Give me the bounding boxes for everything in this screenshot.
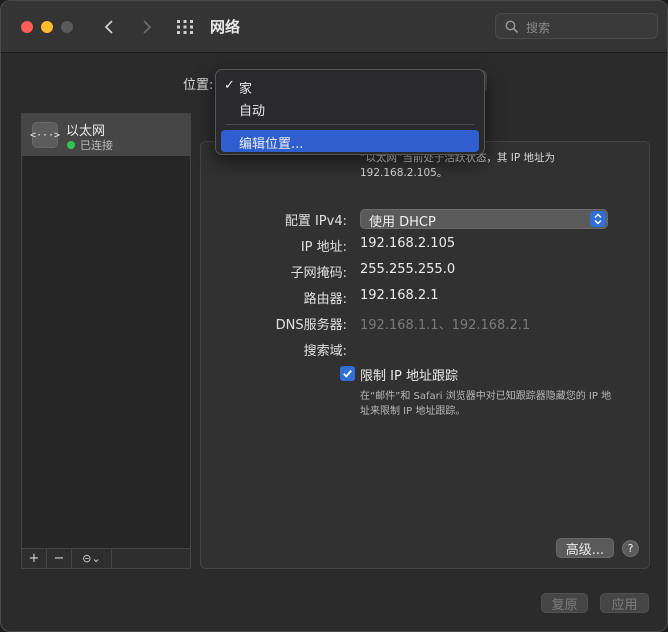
updown-chevron-icon [590, 211, 606, 227]
limit-ip-tracking-checkbox[interactable] [340, 366, 355, 381]
ethernet-icon: <···> [30, 122, 60, 148]
status-description: “以太网”当前处于活跃状态，其 IP 地址为 192.168.2.105。 [360, 152, 555, 179]
search-field[interactable]: 搜索 [495, 13, 658, 39]
revert-button[interactable]: 复原 [541, 593, 588, 613]
service-status: 已连接 [80, 139, 113, 152]
menu-item-label: 编辑位置... [239, 137, 304, 152]
location-menu: ✓ 家 自动 编辑位置... [215, 69, 485, 155]
remove-service-button[interactable]: − [47, 549, 72, 568]
search-placeholder: 搜索 [526, 21, 551, 35]
service-list-toolbar: + − ⊝⌄ [21, 548, 191, 569]
connected-status-dot [67, 141, 75, 149]
checkmark-icon: ✓ [224, 78, 235, 93]
service-item-ethernet[interactable]: <···> 以太网 已连接 [22, 114, 190, 156]
search-icon [505, 20, 519, 34]
subnet-mask-value: 255.255.255.0 [360, 262, 456, 277]
network-preferences-window: 网络 搜索 位置: <···> 以太网 已连接 + − ⊝⌄ “以太网”当前处于… [0, 0, 668, 632]
close-window-button[interactable] [21, 21, 33, 33]
detail-panel [200, 141, 650, 569]
configure-ipv4-value: 使用 DHCP [369, 215, 436, 230]
service-action-menu-button[interactable]: ⊝⌄ [72, 549, 112, 568]
show-all-button[interactable] [175, 17, 195, 37]
dns-server-value: 192.168.1.1、192.168.2.1 [360, 318, 531, 333]
router-value: 192.168.2.1 [360, 288, 439, 303]
zoom-window-button[interactable] [61, 21, 73, 33]
search-domain-label: 搜索域: [303, 344, 347, 359]
dns-server-label: DNS服务器: [275, 318, 347, 333]
menu-separator [226, 124, 474, 125]
location-label: 位置: [183, 78, 214, 93]
ip-address-label: IP 地址: [300, 240, 347, 255]
chevron-right-icon [143, 20, 152, 34]
add-service-button[interactable]: + [22, 549, 47, 568]
location-menu-item-edit[interactable]: 编辑位置... [221, 130, 479, 152]
forward-button[interactable] [135, 15, 159, 39]
chevron-left-icon [104, 20, 113, 34]
advanced-button[interactable]: 高级... [556, 538, 614, 558]
limit-ip-tracking-description: 在“邮件”和 Safari 浏览器中对已知跟踪器隐藏您的 IP 地址来限制 IP… [360, 391, 612, 417]
titlebar: 网络 搜索 [1, 1, 667, 53]
checkmark-icon [343, 370, 352, 378]
limit-ip-tracking-label[interactable]: 限制 IP 地址跟踪 [360, 365, 458, 384]
subnet-mask-label: 子网掩码: [290, 266, 347, 281]
configure-ipv4-label: 配置 IPv4: [284, 214, 347, 229]
help-button[interactable]: ? [622, 540, 639, 557]
minimize-window-button[interactable] [41, 21, 53, 33]
service-list: <···> 以太网 已连接 [21, 113, 191, 569]
menu-item-label: 家 [239, 82, 253, 97]
ip-address-value: 192.168.2.105 [360, 236, 456, 251]
window-title: 网络 [210, 18, 241, 36]
apply-button[interactable]: 应用 [600, 593, 649, 613]
menu-item-label: 自动 [239, 104, 266, 119]
location-menu-item-home[interactable]: ✓ 家 [221, 75, 479, 97]
router-label: 路由器: [303, 292, 347, 307]
grid-icon [177, 20, 193, 34]
back-button[interactable] [97, 15, 121, 39]
location-menu-item-automatic[interactable]: 自动 [221, 97, 479, 119]
configure-ipv4-select[interactable]: 使用 DHCP [360, 209, 608, 230]
